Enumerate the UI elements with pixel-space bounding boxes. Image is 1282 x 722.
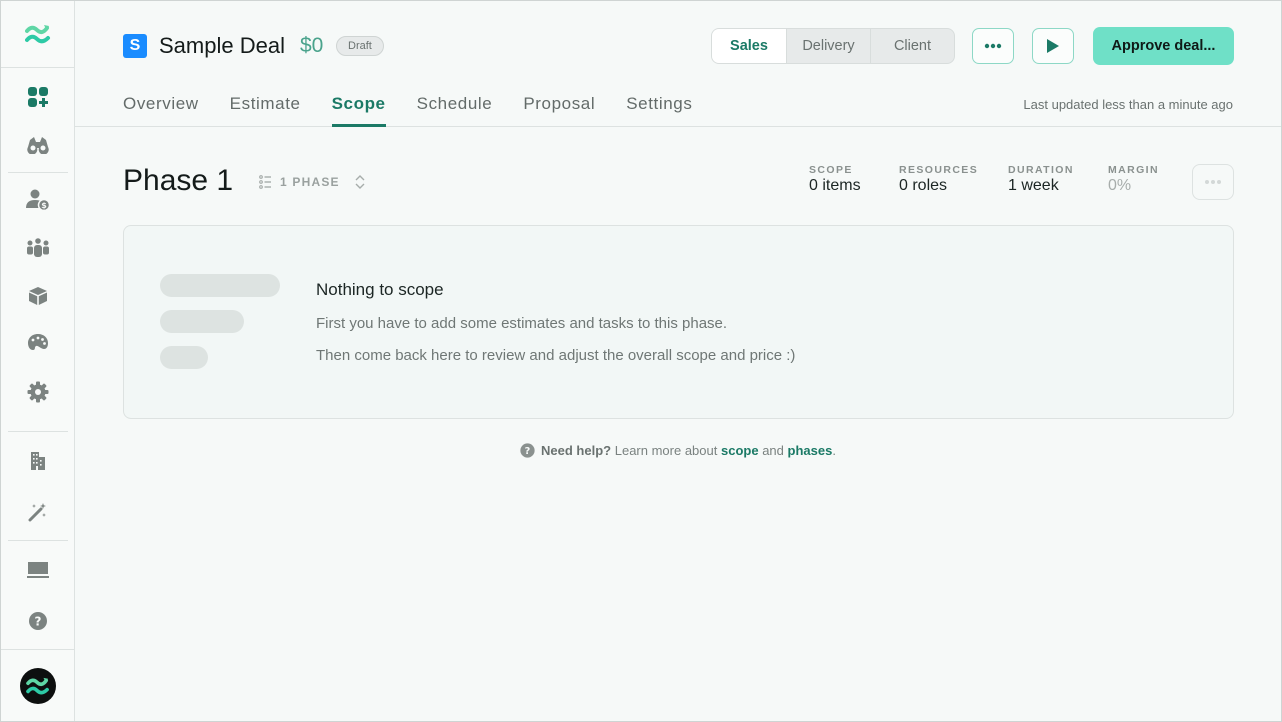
dashboard-add-icon bbox=[27, 86, 48, 107]
stat-duration: DURATION 1 week bbox=[1008, 164, 1074, 195]
view-switcher: Sales Delivery Client bbox=[711, 28, 955, 64]
logo-waves-icon bbox=[25, 677, 49, 694]
palette-icon bbox=[27, 333, 48, 350]
sidebar-item-help[interactable]: ? bbox=[25, 608, 50, 633]
tab-estimate[interactable]: Estimate bbox=[230, 89, 301, 127]
help-and: and bbox=[762, 443, 784, 458]
more-horizontal-icon bbox=[1205, 180, 1221, 184]
more-actions-button[interactable] bbox=[972, 28, 1014, 64]
sidebar-account bbox=[1, 649, 74, 721]
stat-value: 0% bbox=[1108, 177, 1132, 194]
stat-label: SCOPE bbox=[809, 164, 853, 176]
sidebar-item-dashboard[interactable] bbox=[25, 84, 50, 109]
sidebar-divider bbox=[8, 172, 68, 173]
empty-state-title: Nothing to scope bbox=[316, 280, 444, 299]
tab-overview[interactable]: Overview bbox=[123, 89, 199, 127]
skeleton-bar bbox=[160, 346, 208, 369]
sidebar-item-desktop[interactable] bbox=[25, 557, 50, 582]
svg-text:$: $ bbox=[41, 201, 47, 210]
app-logo[interactable] bbox=[1, 1, 74, 68]
empty-state-card: Nothing to scope First you have to add s… bbox=[123, 225, 1234, 419]
phase-more-button[interactable] bbox=[1192, 164, 1234, 200]
stat-label: RESOURCES bbox=[899, 164, 979, 176]
view-sales[interactable]: Sales bbox=[712, 29, 786, 63]
empty-state-line: First you have to add some estimates and… bbox=[316, 315, 728, 332]
stat-label: DURATION bbox=[1008, 164, 1074, 176]
sidebar-item-settings[interactable] bbox=[25, 379, 50, 404]
phase-count: 1 PHASE bbox=[280, 175, 340, 189]
deal-tabs: Overview Estimate Scope Schedule Proposa… bbox=[123, 89, 723, 127]
logo-waves-icon bbox=[24, 25, 50, 44]
stat-label: MARGIN bbox=[1108, 164, 1159, 176]
sidebar-item-team[interactable] bbox=[25, 235, 50, 260]
tab-schedule[interactable]: Schedule bbox=[417, 89, 493, 127]
sidebar-item-magic[interactable] bbox=[25, 499, 50, 524]
svg-text:?: ? bbox=[525, 446, 531, 457]
phases-help-link[interactable]: phases bbox=[788, 443, 833, 458]
help-end: . bbox=[832, 443, 836, 458]
magic-wand-icon bbox=[28, 502, 46, 521]
user-dollar-icon: $ bbox=[25, 189, 50, 211]
team-icon bbox=[26, 237, 49, 257]
sidebar-item-clients[interactable]: $ bbox=[25, 187, 50, 212]
stat-value: 0 items bbox=[809, 177, 861, 194]
phase-picker[interactable]: 1 PHASE bbox=[259, 169, 366, 195]
phase-title: Phase 1 bbox=[123, 164, 234, 197]
deal-header: S Sample Deal $0 Draft Sales Delivery Cl… bbox=[75, 1, 1281, 127]
skeleton-bar bbox=[160, 274, 280, 297]
skeleton-bar bbox=[160, 310, 244, 333]
stat-margin: MARGIN 0% bbox=[1108, 164, 1159, 195]
list-icon bbox=[259, 175, 271, 189]
gear-icon bbox=[27, 381, 48, 402]
help-circle-icon: ? bbox=[28, 611, 47, 630]
tab-scope[interactable]: Scope bbox=[331, 89, 386, 127]
help-circle-icon: ? bbox=[520, 443, 535, 458]
stat-scope: SCOPE 0 items bbox=[809, 164, 861, 195]
sidebar-divider bbox=[8, 540, 68, 541]
tab-proposal[interactable]: Proposal bbox=[523, 89, 595, 127]
binoculars-icon bbox=[26, 136, 49, 154]
avatar[interactable] bbox=[19, 667, 56, 704]
svg-text:?: ? bbox=[34, 614, 41, 628]
deal-amount: $0 bbox=[300, 34, 324, 57]
view-client[interactable]: Client bbox=[870, 29, 954, 63]
help-text: Learn more about bbox=[614, 443, 718, 458]
view-delivery[interactable]: Delivery bbox=[786, 29, 870, 63]
play-icon bbox=[1047, 39, 1059, 53]
approve-deal-button[interactable]: Approve deal... bbox=[1093, 27, 1234, 65]
sidebar-item-explore[interactable] bbox=[25, 132, 50, 157]
sidebar: $ ? bbox=[1, 1, 75, 721]
more-horizontal-icon bbox=[984, 43, 1002, 49]
sidebar-item-themes[interactable] bbox=[25, 330, 50, 355]
help-footer: ? Need help? Learn more about scope and … bbox=[1, 443, 1281, 458]
stat-resources: RESOURCES 0 roles bbox=[899, 164, 978, 195]
sidebar-item-products[interactable] bbox=[25, 283, 50, 308]
tab-settings[interactable]: Settings bbox=[626, 89, 692, 127]
laptop-icon bbox=[26, 561, 49, 578]
last-updated: Last updated less than a minute ago bbox=[1023, 97, 1233, 112]
deal-icon: S bbox=[123, 34, 147, 58]
chevron-up-down-icon bbox=[355, 175, 365, 189]
sidebar-divider bbox=[8, 431, 68, 432]
deal-title[interactable]: Sample Deal bbox=[159, 33, 285, 59]
preview-button[interactable] bbox=[1032, 28, 1074, 64]
status-badge: Draft bbox=[336, 36, 384, 56]
help-lead: Need help? bbox=[541, 443, 612, 458]
box-icon bbox=[28, 286, 47, 305]
scope-help-link[interactable]: scope bbox=[721, 443, 759, 458]
stat-value: 0 roles bbox=[899, 177, 948, 194]
empty-state-line: Then come back here to review and adjust… bbox=[316, 347, 796, 364]
stat-value: 1 week bbox=[1008, 177, 1059, 194]
